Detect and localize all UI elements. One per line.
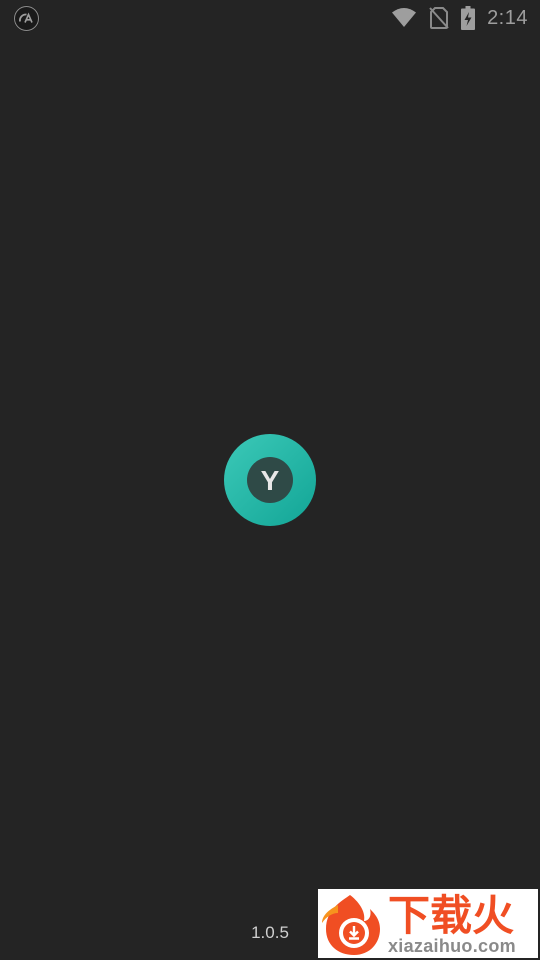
watermark-url: xiazaihuo.com [388,936,516,956]
status-bar: 2:14 [0,0,540,36]
battery-charging-icon [461,6,476,30]
watermark-banner: 下载火 xiazaihuo.com [318,889,538,958]
status-icons: 2:14 [391,0,528,36]
cast-badge-icon [13,5,40,32]
y-app-logo-icon: Y [224,434,316,526]
flame-download-logo-icon [322,895,380,955]
clock: 2:14 [487,7,528,29]
no-sim-icon [429,7,449,29]
watermark-title: 下载火 [388,891,514,937]
svg-text:下载火: 下载火 [388,891,514,937]
wifi-icon [392,8,417,27]
logo-letter: Y [261,465,280,496]
